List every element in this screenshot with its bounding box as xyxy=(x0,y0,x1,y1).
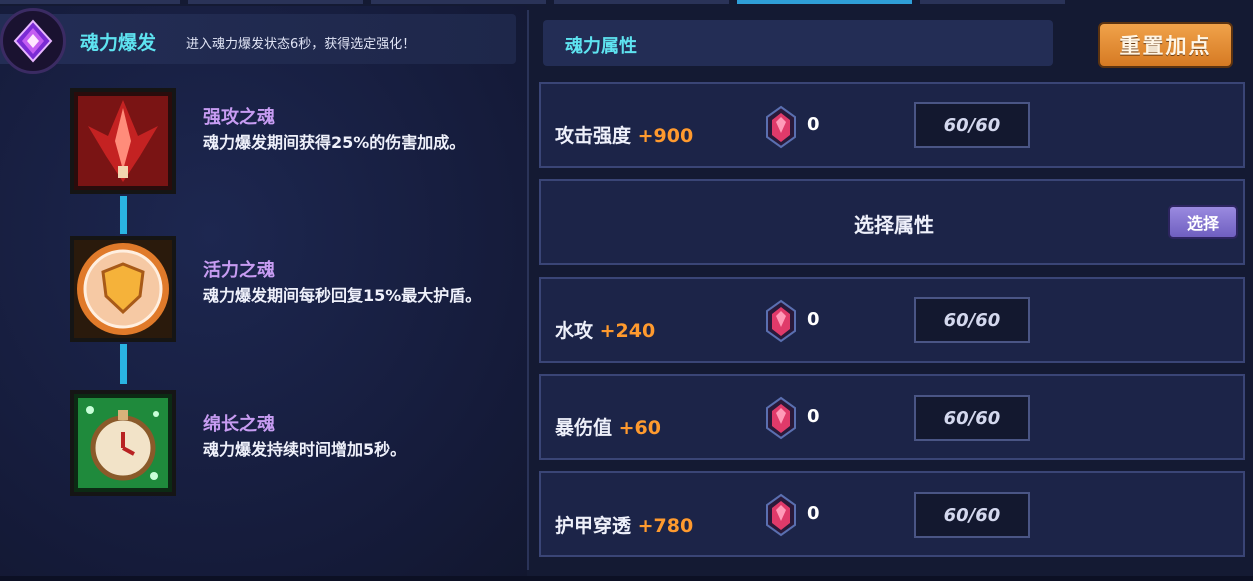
skill-name: 强攻之魂 xyxy=(203,107,275,128)
attribute-row: 攻击强度 +900 0 60/60 xyxy=(539,82,1245,168)
attribute-label: 攻击强度 +900 xyxy=(555,121,693,148)
select-attribute-label: 选择属性 xyxy=(854,213,934,237)
attribute-label: 护甲穿透 +780 xyxy=(555,511,693,538)
tab-3[interactable] xyxy=(371,0,546,4)
attribute-label: 暴伤值 +60 xyxy=(555,413,661,440)
skill-name: 绵长之魂 xyxy=(203,414,275,435)
select-attribute-button[interactable]: 选择 xyxy=(1168,205,1238,239)
attribute-bonus: +900 xyxy=(637,125,694,147)
attribute-header: 魂力属性 xyxy=(543,20,1053,66)
attribute-label: 水攻 +240 xyxy=(555,316,655,343)
skill-description: 魂力爆发期间每秒回复15%最大护盾。 xyxy=(203,286,482,305)
green-stopwatch-soul-icon[interactable] xyxy=(68,388,178,498)
skill-description: 魂力爆发持续时间增加5秒。 xyxy=(203,440,407,459)
attribute-cap: 60/60 xyxy=(914,492,1030,538)
skill-connector xyxy=(120,344,127,384)
red-gem-icon xyxy=(766,493,796,537)
attribute-select-row[interactable]: 选择属性 选择 xyxy=(539,179,1245,265)
reset-points-button[interactable]: 重置加点 xyxy=(1098,22,1233,68)
burst-description: 进入魂力爆发状态6秒，获得选定强化！ xyxy=(186,37,416,52)
attribute-header-title: 魂力属性 xyxy=(565,36,637,57)
attribute-row: 水攻 +240 0 60/60 xyxy=(539,277,1245,363)
burst-title: 魂力爆发 xyxy=(80,32,157,54)
skill-name: 活力之魂 xyxy=(203,260,275,281)
attribute-cap: 60/60 xyxy=(914,102,1030,148)
attribute-cap: 60/60 xyxy=(914,297,1030,343)
attribute-name: 水攻 xyxy=(555,320,594,342)
tab-5-active[interactable] xyxy=(737,0,912,4)
purple-crystal-emblem-icon xyxy=(0,8,66,74)
attribute-row: 暴伤值 +60 0 60/60 xyxy=(539,374,1245,460)
red-gem-icon xyxy=(766,299,796,343)
attribute-bonus: +780 xyxy=(637,515,694,537)
attribute-bonus: +240 xyxy=(599,320,656,342)
attribute-row: 护甲穿透 +780 0 60/60 xyxy=(539,471,1245,557)
skill-connector xyxy=(120,196,127,234)
red-sword-soul-icon[interactable] xyxy=(68,86,178,196)
red-gem-icon xyxy=(766,396,796,440)
tab-2[interactable] xyxy=(188,0,363,4)
tab-4[interactable] xyxy=(554,0,729,4)
top-tab-bar xyxy=(0,0,1253,4)
bottom-strip xyxy=(0,576,1253,581)
orange-shield-soul-icon[interactable] xyxy=(68,234,178,344)
gem-count: 0 xyxy=(807,114,820,135)
attribute-cap: 60/60 xyxy=(914,395,1030,441)
attribute-name: 暴伤值 xyxy=(555,417,613,439)
attribute-name: 护甲穿透 xyxy=(555,515,632,537)
attribute-bonus: +60 xyxy=(618,417,662,439)
attribute-name: 攻击强度 xyxy=(555,125,632,147)
tab-1[interactable] xyxy=(0,0,180,4)
tab-6[interactable] xyxy=(920,0,1065,4)
skill-description: 魂力爆发期间获得25%的伤害加成。 xyxy=(203,133,466,152)
gem-count: 0 xyxy=(807,309,820,330)
panel-divider xyxy=(527,10,529,570)
gem-count: 0 xyxy=(807,503,820,524)
red-gem-icon xyxy=(766,105,796,149)
gem-count: 0 xyxy=(807,406,820,427)
